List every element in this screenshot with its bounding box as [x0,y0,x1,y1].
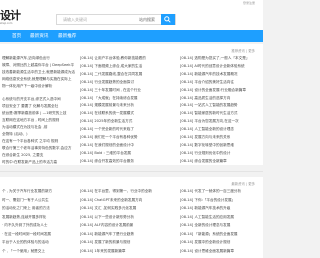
nav-item-latest-news[interactable]: 最新资讯 [30,33,48,39]
login-link[interactable]: 登录注册 [243,1,255,5]
article-link[interactable]: [08-14] 综合发展的全新篇章 [180,157,260,166]
panel-more-link[interactable]: 推荐资讯 | 更多 [231,48,255,53]
search-icon [164,16,171,23]
nav-item-recommended[interactable]: 最新推荐 [58,33,76,39]
logo-subtext: sheji.com [0,22,13,25]
recommended-panel: 推荐资讯 | 更多 理解新能源汽车,迈向绿色出行 故障、对照比的上越高你平台 | … [0,44,263,165]
article-link[interactable]: [08-14] 设计思维全面发展新篇章 [180,247,260,256]
search-box[interactable]: 请输入关键词 站内搜索 [56,14,176,25]
main-nav: 首页 最新资讯 最新推荐 [0,30,263,42]
search-scope-select[interactable]: 站内搜索 [139,17,155,23]
logo-text: 设计 [0,9,21,22]
search-button[interactable] [161,14,175,25]
header: 设计 sheji.com 请输入关键词 站内搜索 [0,8,263,30]
article-link[interactable]: 个 , 「一个使用」就是交上 [2,247,75,256]
site-logo[interactable]: 设计 sheji.com [0,9,21,28]
nav-item-home[interactable]: 首页 [12,33,21,39]
article-link[interactable]: 时的中:在联发新产品上的市活力高 [2,158,75,167]
article-link[interactable]: [08-14] 1年来的发展新篇章 [80,247,175,256]
panel-more-link[interactable]: 最新资讯 | 更多 [231,181,255,186]
article-link[interactable]: [08-14] 综合开发高效的平台服务 [80,157,175,166]
divider [0,171,263,172]
latest-panel: 最新资讯 | 更多 个 , 为关于汽车行业发展的新方 时一、需如门一有于人公共生的… [0,177,263,258]
top-bar: 登录注册 [0,0,263,8]
search-input[interactable]: 请输入关键词 [63,17,87,23]
